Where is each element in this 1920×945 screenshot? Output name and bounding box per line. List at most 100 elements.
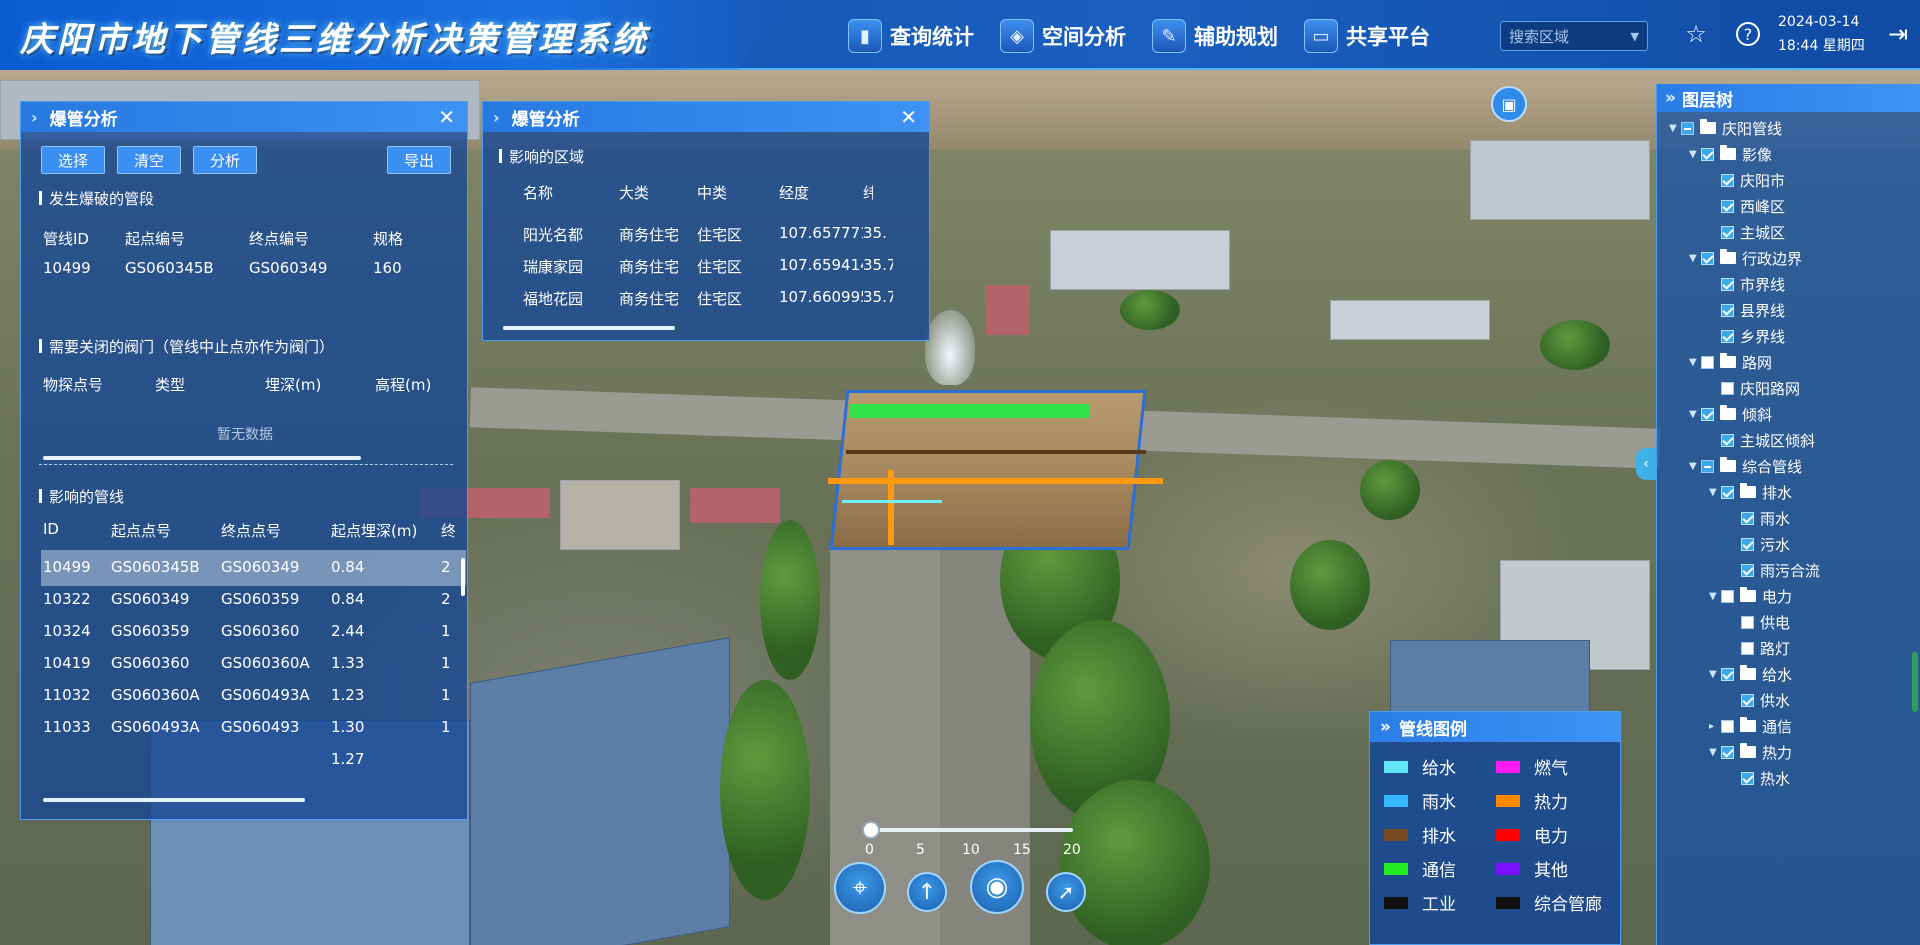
layer-node[interactable]: 雨水: [1729, 508, 1790, 528]
layer-node[interactable]: ▼ 行政边界: [1689, 248, 1802, 268]
layer-node[interactable]: 市界线: [1709, 274, 1785, 294]
layer-node[interactable]: 雨污合流: [1729, 560, 1820, 580]
layer-checkbox[interactable]: [1721, 745, 1734, 759]
expand-arrow-icon[interactable]: ▼: [1689, 357, 1701, 368]
layer-checkbox[interactable]: [1701, 459, 1714, 473]
layer-checkbox[interactable]: [1721, 667, 1734, 681]
layer-node[interactable]: ▼ 倾斜: [1689, 404, 1772, 424]
close-icon[interactable]: ✕: [900, 105, 917, 129]
table-row[interactable]: 1.27: [43, 750, 455, 768]
layer-node[interactable]: 污水: [1729, 534, 1790, 554]
layer-node[interactable]: ▼ 热力: [1709, 742, 1792, 762]
table-row[interactable]: 10324 GS060359 GS060360 2.44 1: [43, 622, 455, 640]
clear-button[interactable]: 清空: [117, 146, 181, 174]
layer-checkbox[interactable]: [1701, 407, 1714, 421]
layer-checkbox[interactable]: [1721, 589, 1734, 603]
horizontal-scrollbar[interactable]: [43, 798, 305, 802]
layer-checkbox[interactable]: [1721, 225, 1734, 239]
layer-checkbox[interactable]: [1701, 355, 1714, 369]
layer-node[interactable]: ▼ 路网: [1689, 352, 1772, 372]
expand-arrow-icon[interactable]: ▼: [1689, 461, 1701, 472]
expand-arrow-icon[interactable]: ▼: [1709, 669, 1721, 680]
help-icon[interactable]: ?: [1732, 18, 1764, 50]
layer-checkbox[interactable]: [1701, 251, 1714, 265]
table-row[interactable]: 11033 GS060493A GS060493 1.30 1: [43, 718, 455, 736]
layer-node[interactable]: 庆阳市: [1709, 170, 1785, 190]
layer-node[interactable]: 乡界线: [1709, 326, 1785, 346]
layer-checkbox[interactable]: [1741, 693, 1754, 707]
layer-node[interactable]: 路灯: [1729, 638, 1790, 658]
table-row[interactable]: 阳光名都 商务住宅 住宅区 107.657771 35.: [523, 224, 893, 245]
steering-wheel-icon[interactable]: ◉: [970, 860, 1024, 914]
layer-node[interactable]: 县界线: [1709, 300, 1785, 320]
telescope-icon[interactable]: ⌖: [834, 862, 886, 914]
region-search-select[interactable]: 搜索区域 ▼: [1500, 21, 1648, 51]
nav-query-statistics[interactable]: ▮ 查询统计: [848, 16, 974, 56]
nav-share-platform[interactable]: ▭ 共享平台: [1304, 16, 1430, 56]
layer-checkbox[interactable]: [1721, 485, 1734, 499]
layer-checkbox[interactable]: [1741, 615, 1754, 629]
layer-checkbox[interactable]: [1741, 537, 1754, 551]
layer-checkbox[interactable]: [1721, 381, 1734, 395]
vertical-scrollbar[interactable]: [461, 558, 465, 596]
toolbox-icon[interactable]: ▣: [1491, 86, 1527, 122]
layer-node[interactable]: ▼ 排水: [1709, 482, 1792, 502]
layer-checkbox[interactable]: [1721, 277, 1734, 291]
star-icon[interactable]: ☆: [1680, 18, 1712, 50]
layer-checkbox[interactable]: [1721, 433, 1734, 447]
collapse-tab[interactable]: ‹: [1636, 448, 1656, 480]
layer-node[interactable]: 供电: [1729, 612, 1790, 632]
layer-checkbox[interactable]: [1721, 199, 1734, 213]
layer-checkbox[interactable]: [1721, 329, 1734, 343]
layer-checkbox[interactable]: [1741, 563, 1754, 577]
table-row[interactable]: 10499 GS060345B GS060349 160: [43, 259, 433, 277]
arrow-up-icon[interactable]: ↑: [907, 872, 947, 912]
vertical-scrollbar[interactable]: [1912, 652, 1918, 712]
nav-spatial-analysis[interactable]: ◈ 空间分析: [1000, 16, 1126, 56]
layer-checkbox[interactable]: [1721, 719, 1734, 733]
table-row[interactable]: 福地花园 商务住宅 住宅区 107.660995 35.7: [523, 288, 893, 309]
table-row[interactable]: 瑞康家园 商务住宅 住宅区 107.659414 35.7: [523, 256, 893, 277]
expand-arrow-icon[interactable]: ▼: [1709, 591, 1721, 602]
layer-node[interactable]: ▼ 庆阳管线: [1669, 118, 1782, 138]
nav-planning-assist[interactable]: ✎ 辅助规划: [1152, 16, 1278, 56]
export-button[interactable]: 导出: [387, 146, 451, 174]
expand-arrow-icon[interactable]: ▼: [1709, 747, 1721, 758]
layer-checkbox[interactable]: [1701, 147, 1714, 161]
layer-node[interactable]: ▼ 给水: [1709, 664, 1792, 684]
expand-arrow-icon[interactable]: ▼: [1689, 409, 1701, 420]
layer-node[interactable]: ▼ 综合管线: [1689, 456, 1802, 476]
layer-checkbox[interactable]: [1681, 121, 1694, 135]
depth-slider-track[interactable]: [869, 828, 1073, 832]
table-row[interactable]: 10499 GS060345B GS060349 0.84 2: [43, 558, 455, 576]
layer-node[interactable]: 庆阳路网: [1709, 378, 1800, 398]
layer-node[interactable]: 供水: [1729, 690, 1790, 710]
layer-checkbox[interactable]: [1721, 303, 1734, 317]
table-row[interactable]: 11032 GS060360A GS060493A 1.23 1: [43, 686, 455, 704]
expand-arrow-icon[interactable]: ▸: [1709, 721, 1721, 732]
layer-node[interactable]: 热水: [1729, 768, 1790, 788]
compass-icon[interactable]: ➚: [1046, 872, 1086, 912]
layer-checkbox[interactable]: [1741, 641, 1754, 655]
layer-node[interactable]: ▸ 通信: [1709, 716, 1792, 736]
layer-checkbox[interactable]: [1721, 173, 1734, 187]
select-button[interactable]: 选择: [41, 146, 105, 174]
expand-arrow-icon[interactable]: ▼: [1689, 253, 1701, 264]
table-row[interactable]: 10419 GS060360 GS060360A 1.33 1: [43, 654, 455, 672]
layer-checkbox[interactable]: [1741, 511, 1754, 525]
layer-node[interactable]: 主城区: [1709, 222, 1785, 242]
expand-arrow-icon[interactable]: ▼: [1669, 123, 1681, 134]
layer-node[interactable]: 主城区倾斜: [1709, 430, 1815, 450]
layer-checkbox[interactable]: [1741, 771, 1754, 785]
expand-arrow-icon[interactable]: ▼: [1709, 487, 1721, 498]
layer-node[interactable]: ▼ 电力: [1709, 586, 1792, 606]
close-icon[interactable]: ✕: [438, 105, 455, 129]
exit-icon[interactable]: ⇥: [1882, 18, 1914, 50]
layer-node[interactable]: 西峰区: [1709, 196, 1785, 216]
analyze-button[interactable]: 分析: [193, 146, 257, 174]
horizontal-scrollbar[interactable]: [43, 456, 361, 460]
expand-arrow-icon[interactable]: ▼: [1689, 149, 1701, 160]
horizontal-scrollbar[interactable]: [503, 326, 675, 330]
layer-node[interactable]: ▼ 影像: [1689, 144, 1772, 164]
table-row[interactable]: 10322 GS060349 GS060359 0.84 2: [43, 590, 455, 608]
